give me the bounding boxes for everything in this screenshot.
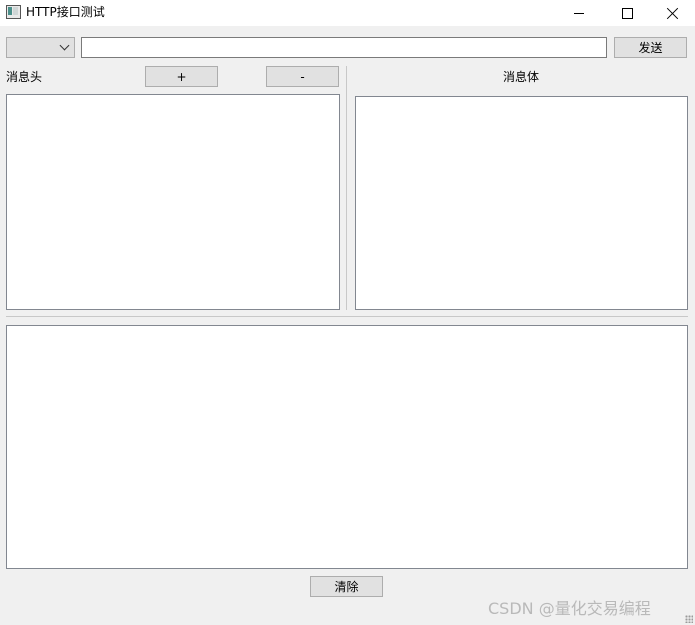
minimize-icon	[574, 12, 584, 14]
window-title: HTTP接口测试	[26, 5, 105, 19]
response-output[interactable]	[6, 325, 688, 569]
headers-label: 消息头	[6, 70, 43, 84]
method-select[interactable]	[6, 37, 75, 58]
vertical-divider	[346, 66, 347, 310]
resize-grip-icon[interactable]	[685, 615, 693, 623]
title-bar: HTTP接口测试	[0, 0, 695, 26]
remove-header-button[interactable]: -	[266, 66, 339, 87]
horizontal-divider	[6, 316, 688, 317]
body-editor[interactable]	[355, 96, 688, 310]
close-button[interactable]	[650, 0, 695, 26]
maximize-icon	[621, 7, 633, 19]
clear-button[interactable]: 清除	[310, 576, 383, 597]
minimize-button[interactable]	[556, 0, 602, 26]
url-input[interactable]	[81, 37, 607, 58]
maximize-button[interactable]	[604, 0, 650, 26]
body-label: 消息体	[503, 70, 540, 84]
send-button[interactable]: 发送	[614, 37, 687, 58]
app-window-icon	[6, 5, 21, 19]
headers-list[interactable]	[6, 94, 340, 310]
close-icon	[667, 7, 679, 19]
chevron-down-icon	[59, 40, 70, 51]
add-header-button[interactable]: +	[145, 66, 218, 87]
watermark-text: CSDN @量化交易编程	[488, 599, 651, 618]
